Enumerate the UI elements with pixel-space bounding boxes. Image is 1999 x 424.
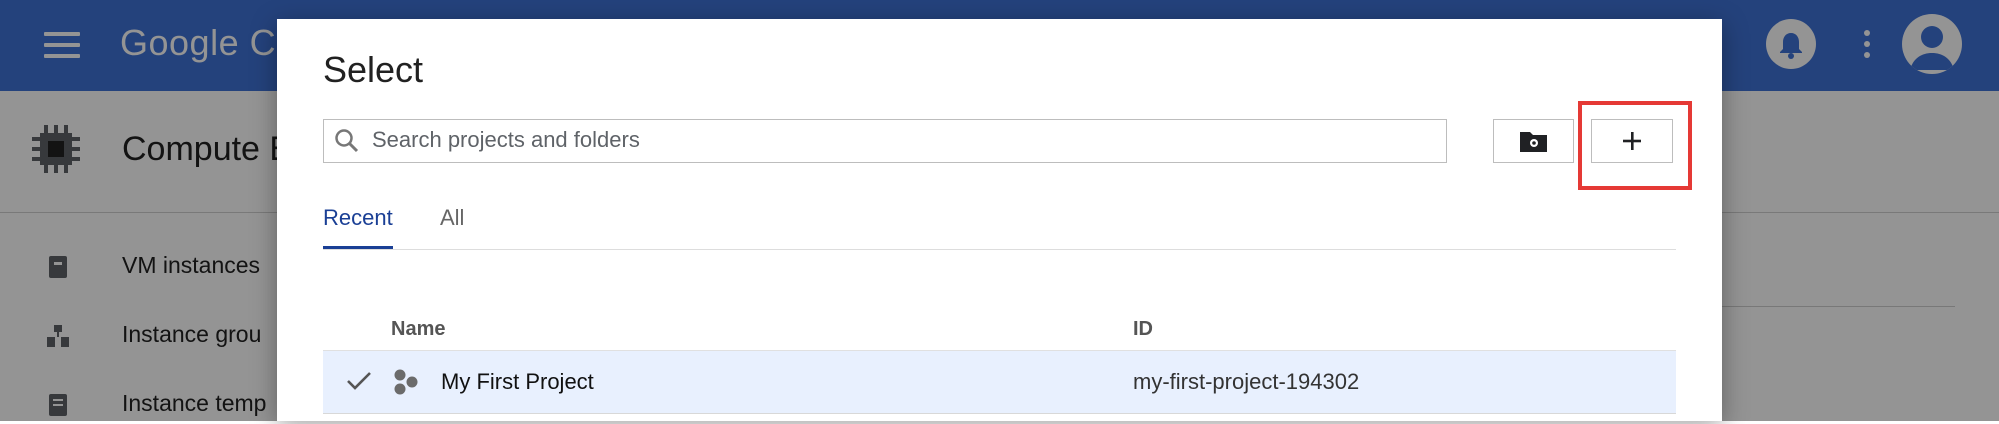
project-name[interactable]: My First Project [441, 369, 594, 395]
table-row[interactable]: My First Project my-first-project-194302 [323, 351, 1676, 413]
checkmark-icon [345, 369, 373, 393]
tabs-divider [323, 249, 1676, 250]
new-folder-button[interactable] [1493, 119, 1574, 163]
search-box[interactable] [323, 119, 1447, 163]
column-header-id[interactable]: ID [1133, 318, 1153, 341]
highlight-annotation [1578, 101, 1692, 190]
tab-all[interactable]: All [440, 205, 464, 231]
search-icon [334, 128, 360, 154]
row-divider [323, 413, 1676, 414]
column-header-name[interactable]: Name [391, 318, 445, 341]
project-icon [391, 368, 421, 396]
new-folder-icon [1520, 132, 1547, 152]
tab-recent[interactable]: Recent [323, 205, 393, 231]
select-project-dialog: Select Recent All Name ID My First Pro [277, 19, 1722, 421]
search-input[interactable] [372, 122, 1432, 158]
dialog-title: Select [323, 49, 424, 90]
project-id: my-first-project-194302 [1133, 369, 1360, 394]
